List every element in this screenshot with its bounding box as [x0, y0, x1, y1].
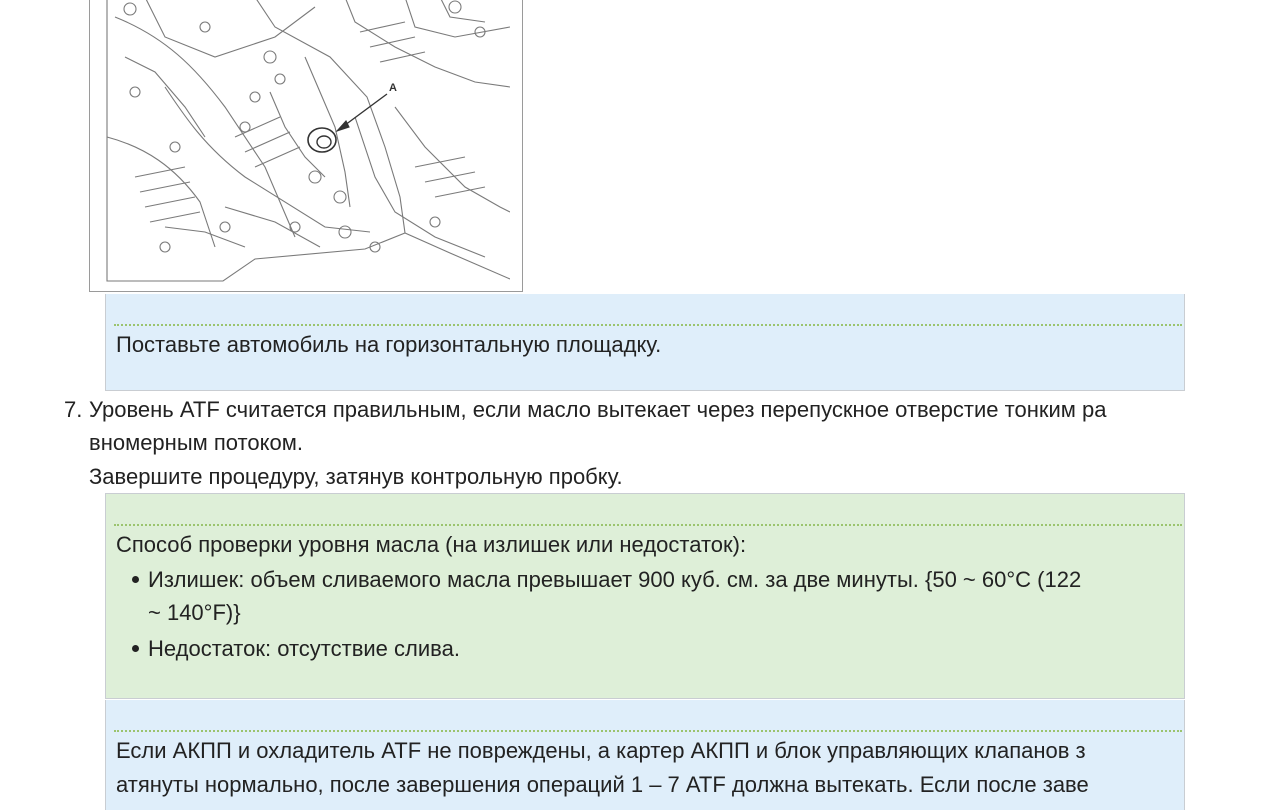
note-horizontal-surface: Поставьте автомобиль на горизонтальную п… — [105, 294, 1185, 391]
step-number: 7. — [64, 397, 83, 422]
bullet-shortage: Недостаток: отсутствие слива. — [148, 636, 460, 661]
note-atf-flow: Если АКПП и охладитель ATF не повреждены… — [105, 700, 1185, 810]
note-divider — [114, 524, 1182, 526]
bullet-excess-line-1: Излишек: объем сливаемого масла превышае… — [148, 567, 1082, 592]
step-text-line-1: Уровень ATF считается правильным, если м… — [89, 397, 1107, 422]
bullet-dot — [132, 576, 139, 583]
step-text-line-3: Завершите процедуру, затянув контрольную… — [89, 464, 623, 489]
transmission-drawing: A — [106, 0, 510, 282]
note-text: Поставьте автомобиль на горизонтальную п… — [116, 332, 662, 357]
note-divider — [114, 730, 1182, 732]
note-text-line-1: Если АКПП и охладитель ATF не повреждены… — [116, 738, 1086, 763]
note-divider — [114, 324, 1182, 326]
bullet-excess-line-2: ~ 140°F)} — [148, 600, 241, 625]
step-text-line-2: вномерным потоком. — [89, 430, 303, 455]
transmission-diagram: A — [89, 0, 523, 292]
callout-label-a: A — [389, 82, 397, 94]
bullet-dot — [132, 645, 139, 652]
note-title: Способ проверки уровня масла (на излишек… — [116, 532, 747, 557]
note-text-line-2: атянуты нормально, после завершения опер… — [116, 772, 1089, 797]
note-oil-level-check: Способ проверки уровня масла (на излишек… — [105, 493, 1185, 699]
